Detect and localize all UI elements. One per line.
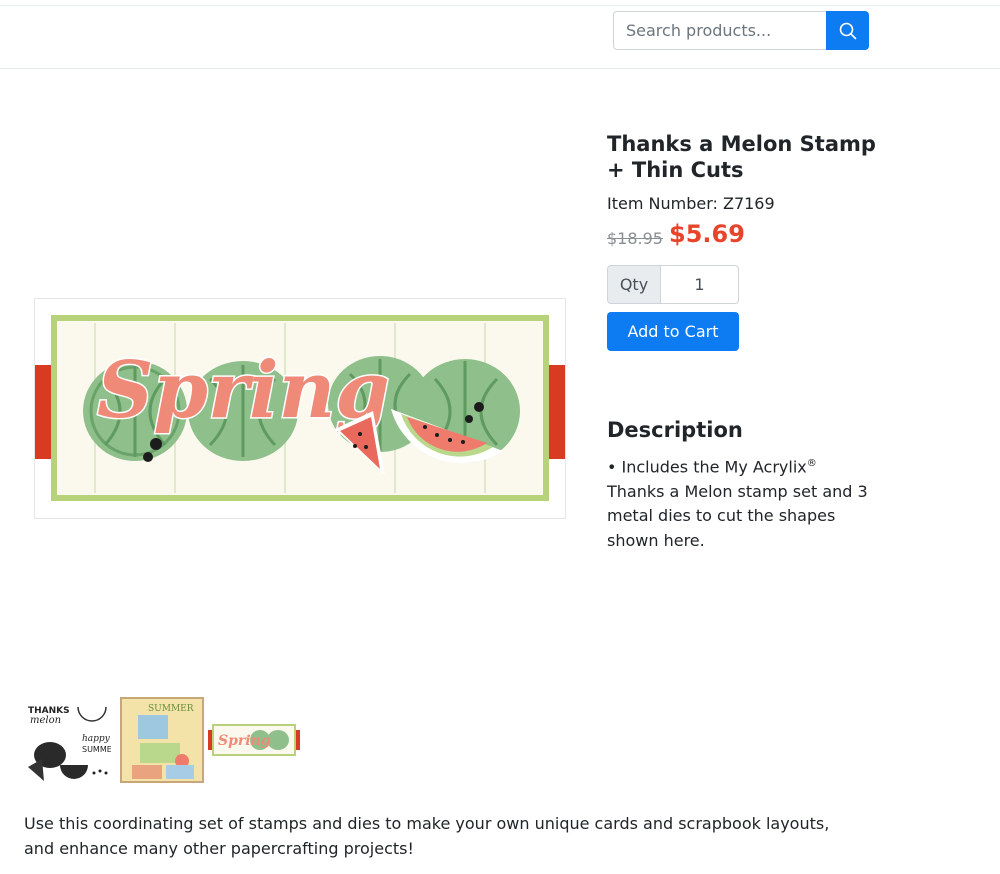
search-button[interactable] xyxy=(826,11,869,50)
search-input[interactable] xyxy=(613,11,827,50)
thumb-melon-text: melon xyxy=(30,715,61,726)
item-number: Item Number: Z7169 xyxy=(607,194,775,213)
thumbnail-stamp-set[interactable]: THANKS melon happy SUMMER xyxy=(24,697,118,783)
registered-mark: ® xyxy=(806,458,817,469)
red-band-left xyxy=(35,365,51,459)
description-text-end: Thanks a Melon stamp set and 3 metal die… xyxy=(607,481,868,550)
description-text: • Includes the My Acrylix® Thanks a Melo… xyxy=(607,452,869,553)
thumbnail-scrapbook-layout[interactable]: SUMMER xyxy=(120,697,204,783)
thumb-spring-text: Spring xyxy=(218,733,271,749)
description-heading: Description xyxy=(607,418,743,442)
thumb-summer-text: SUMMER xyxy=(82,745,111,754)
sale-price: $5.69 xyxy=(669,220,745,248)
thumbnail-spring-card[interactable]: Spring xyxy=(208,697,300,783)
search-icon xyxy=(839,22,856,39)
product-summary: Use this coordinating set of stamps and … xyxy=(24,814,830,858)
thumb-summer-title: SUMMER xyxy=(148,704,194,714)
product-title: Thanks a Melon Stamp + Thin Cuts xyxy=(607,132,876,182)
qty-label: Qty xyxy=(607,265,661,304)
main-product-image[interactable]: Spring xyxy=(34,298,566,519)
description-text-start: • Includes the My Acrylix xyxy=(607,457,807,477)
quantity-input[interactable] xyxy=(660,265,739,304)
add-to-cart-button[interactable]: Add to Cart xyxy=(607,312,739,351)
original-price: $18.95 xyxy=(607,229,663,248)
thumb-happy-text: happy xyxy=(82,734,111,744)
red-band-right xyxy=(549,365,565,459)
spring-lettering: Spring xyxy=(97,345,390,436)
